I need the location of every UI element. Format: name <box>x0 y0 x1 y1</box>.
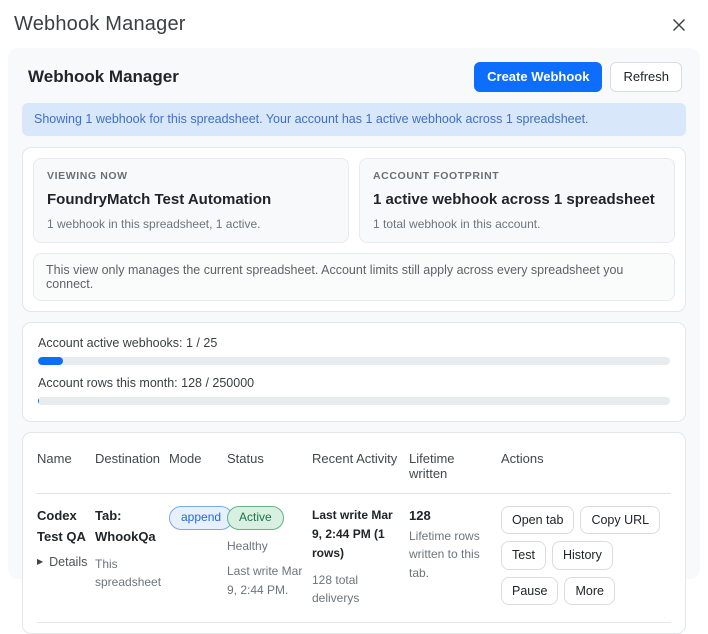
destination-cell: Tab: WhookQa This spreadsheet <box>95 506 169 608</box>
details-toggle[interactable]: ▶ Details <box>37 555 87 569</box>
destination-secondary: This spreadsheet <box>95 555 163 592</box>
table-header-row: NameDestinationModeStatusRecent Activity… <box>37 451 671 494</box>
webhooks-quota-fill <box>38 357 63 365</box>
table-header-destination: Destination <box>95 451 169 481</box>
recent-activity-primary: Last write Mar 9, 2:44 PM (1 rows) <box>312 506 403 564</box>
viewing-now-card: VIEWING NOW FoundryMatch Test Automation… <box>33 158 349 243</box>
viewing-now-label: VIEWING NOW <box>47 170 335 182</box>
viewing-now-title: FoundryMatch Test Automation <box>47 191 335 208</box>
account-footprint-title: 1 active webhook across 1 spreadsheet <box>373 191 661 208</box>
status-cell: Active Healthy Last write Mar 9, 2:44 PM… <box>227 506 312 608</box>
caret-right-icon: ▶ <box>37 557 43 566</box>
table-header-recent-activity: Recent Activity <box>312 451 409 481</box>
dialog-title: Webhook Manager <box>14 13 186 36</box>
table-header-mode: Mode <box>169 451 227 481</box>
viewing-now-subtitle: 1 webhook in this spreadsheet, 1 active. <box>47 217 335 231</box>
webhooks-quota-label: Account active webhooks: 1 / 25 <box>38 336 670 350</box>
scope-note: This view only manages the current sprea… <box>33 253 675 301</box>
mode-cell: append <box>169 506 227 608</box>
action-button-history[interactable]: History <box>552 541 613 569</box>
refresh-button[interactable]: Refresh <box>610 62 682 92</box>
recent-activity-secondary: 128 total deliverys <box>312 571 403 608</box>
webhook-name: Codex Test QA <box>37 506 89 548</box>
action-button-pause[interactable]: Pause <box>501 577 558 605</box>
panel-header: Webhook Manager Create Webhook Refresh <box>22 58 686 92</box>
mode-badge: append <box>169 506 233 530</box>
action-button-more[interactable]: More <box>564 577 614 605</box>
webhook-row: Codex Test QA ▶ Details Tab: WhookQa Thi… <box>37 494 671 623</box>
table-header-actions: Actions <box>501 451 671 481</box>
name-cell: Codex Test QA ▶ Details <box>37 506 95 608</box>
create-webhook-button[interactable]: Create Webhook <box>474 62 602 92</box>
table-header-lifetime-written: Lifetime written <box>409 451 501 481</box>
actions-cell: Open tabCopy URL TestHistory PauseMore <box>501 506 671 608</box>
destination-primary: Tab: WhookQa <box>95 506 163 548</box>
overview-card: VIEWING NOW FoundryMatch Test Automation… <box>22 147 686 312</box>
rows-quota-bar <box>38 397 670 405</box>
lifetime-written-cell: 128 Lifetime rows written to this tab. <box>409 506 501 608</box>
account-footprint-subtitle: 1 total webhook in this account. <box>373 217 661 231</box>
table-header-name: Name <box>37 451 95 481</box>
header-buttons: Create Webhook Refresh <box>474 62 682 92</box>
status-badge: Active <box>227 506 284 530</box>
details-label: Details <box>49 555 87 569</box>
status-health: Healthy <box>227 537 306 556</box>
table-header-status: Status <box>227 451 312 481</box>
recent-activity-cell: Last write Mar 9, 2:44 PM (1 rows) 128 t… <box>312 506 409 608</box>
panel-title: Webhook Manager <box>28 67 179 87</box>
close-button[interactable] <box>670 16 688 34</box>
action-button-open-tab[interactable]: Open tab <box>501 506 574 534</box>
quota-card: Account active webhooks: 1 / 25 Account … <box>22 322 686 422</box>
close-icon <box>672 20 686 35</box>
action-button-test[interactable]: Test <box>501 541 546 569</box>
webhooks-quota-bar <box>38 357 670 365</box>
webhooks-table-card: NameDestinationModeStatusRecent Activity… <box>22 432 686 634</box>
info-banner: Showing 1 webhook for this spreadsheet. … <box>22 103 686 137</box>
rows-quota-label: Account rows this month: 128 / 250000 <box>38 376 670 390</box>
dialog-titlebar: Webhook Manager <box>0 0 708 48</box>
lifetime-caption: Lifetime rows written to this tab. <box>409 527 495 583</box>
action-button-copy-url[interactable]: Copy URL <box>580 506 660 534</box>
status-last-write: Last write Mar 9, 2:44 PM. <box>227 562 306 599</box>
lifetime-value: 128 <box>409 506 495 527</box>
webhook-manager-panel: Webhook Manager Create Webhook Refresh S… <box>8 48 700 579</box>
account-footprint-label: ACCOUNT FOOTPRINT <box>373 170 661 182</box>
account-footprint-card: ACCOUNT FOOTPRINT 1 active webhook acros… <box>359 158 675 243</box>
